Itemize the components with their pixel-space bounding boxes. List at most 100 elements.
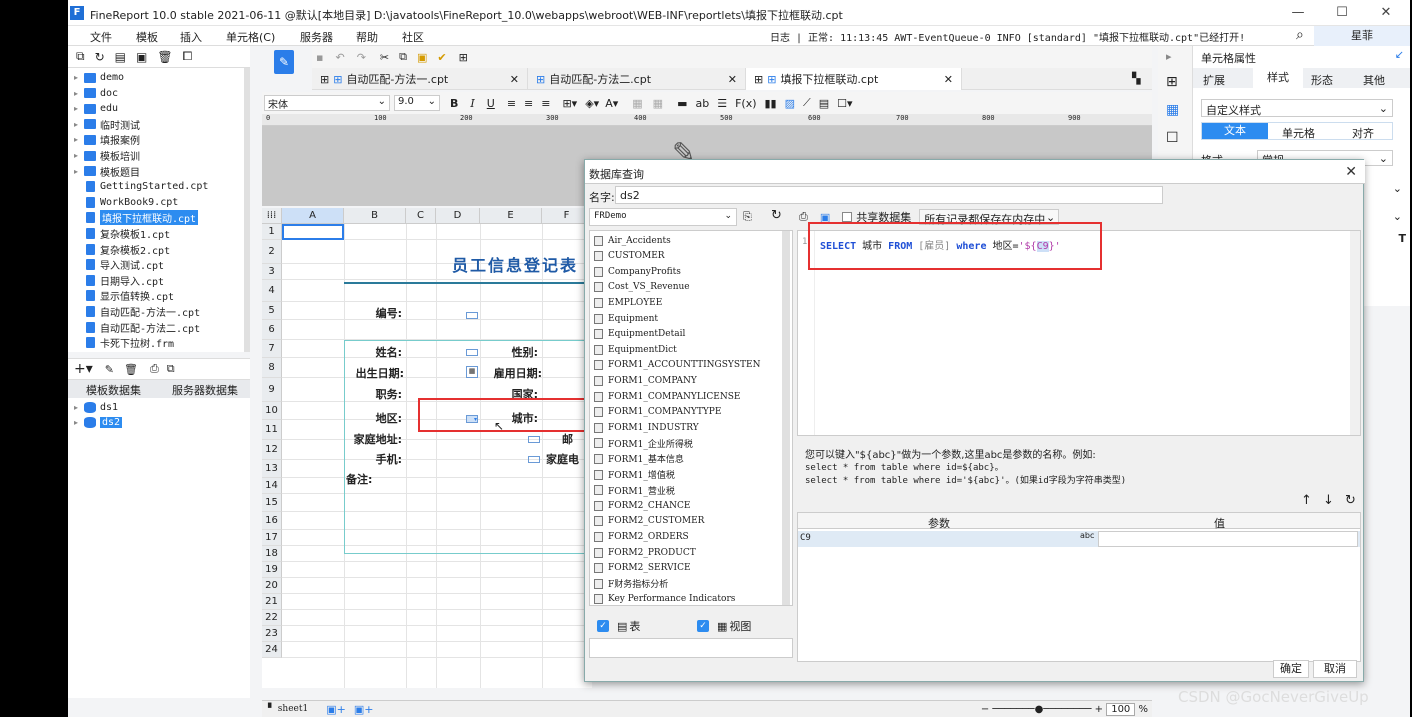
cancel-button[interactable]: 取消 xyxy=(1313,660,1357,678)
table-item[interactable]: FORM2_CHANCE xyxy=(594,498,690,513)
row-header[interactable]: 17 xyxy=(262,530,282,546)
formula-icon[interactable]: F(x) xyxy=(735,97,756,110)
copy-icon[interactable]: ⧉ xyxy=(399,50,407,64)
unmerge-icon[interactable]: ▦ xyxy=(653,97,663,110)
preview-sql-icon[interactable]: ⎙ xyxy=(799,210,808,224)
cut-icon[interactable]: ✂ xyxy=(380,51,389,64)
tree-folder[interactable]: ▸ 填报案例 xyxy=(74,132,140,147)
close-button[interactable]: ✕ xyxy=(1376,5,1396,21)
table-item[interactable]: FORM2_CUSTOMER xyxy=(594,514,704,529)
row-header[interactable]: 22 xyxy=(262,610,282,626)
row-header[interactable]: 24 xyxy=(262,642,282,658)
slash-icon[interactable]: ⟋ xyxy=(803,96,811,110)
align-left-icon[interactable]: ≡ xyxy=(507,97,516,110)
delete-dataset-icon[interactable]: 🗑 xyxy=(124,363,138,376)
column-header[interactable]: C xyxy=(406,208,436,224)
sheet-tab[interactable]: ▘ sheet1 xyxy=(268,704,308,714)
row-header[interactable]: 20 xyxy=(262,578,282,594)
row-header[interactable]: 5 xyxy=(262,302,282,320)
history-icon[interactable]: ▣ xyxy=(136,50,147,64)
move-down-icon[interactable]: ↓ xyxy=(1323,493,1334,508)
move-up-icon[interactable]: ↑ xyxy=(1301,493,1312,508)
menu-server[interactable]: 服务器 xyxy=(300,29,333,45)
add-dataset-icon[interactable]: +▾ xyxy=(74,361,93,377)
tree-file[interactable]: 显示值转换.cpt xyxy=(74,288,174,303)
tab-cell[interactable]: 单元格 xyxy=(1282,125,1315,141)
close-tab-icon[interactable]: ✕ xyxy=(510,73,519,86)
table-item[interactable]: EquipmentDetail xyxy=(594,327,685,342)
tab-file-3[interactable]: ⊞ ⊞ 填报下拉框联动.cpt ✕ xyxy=(746,68,962,90)
template-icon[interactable]: ✎ xyxy=(274,50,294,74)
subreport-icon[interactable]: ▤ xyxy=(819,97,829,110)
align-right-icon[interactable]: ≡ xyxy=(541,97,550,110)
row-header[interactable]: 18 xyxy=(262,546,282,562)
table-item[interactable]: Equipment xyxy=(594,311,658,326)
table-item[interactable]: CUSTOMER xyxy=(594,249,665,264)
column-header[interactable]: B xyxy=(344,208,406,224)
row-header[interactable]: 6 xyxy=(262,320,282,340)
refresh-connection-icon[interactable]: ↻ xyxy=(771,208,782,223)
edit-icon[interactable]: ✎ xyxy=(105,363,114,376)
tree-file[interactable]: 日期导入.cpt xyxy=(74,273,164,288)
server-dataset-icon[interactable]: ⧉ xyxy=(167,362,175,376)
font-size-select[interactable]: 9.0 ⌄ xyxy=(394,95,440,111)
sql-scrollbar[interactable] xyxy=(1350,231,1360,435)
data-column-icon[interactable]: ab xyxy=(695,97,709,110)
row-header[interactable]: 1 xyxy=(262,224,282,240)
tree-file[interactable]: 复杂模板1.cpt xyxy=(74,226,170,241)
tree-file[interactable]: WorkBook9.cpt xyxy=(74,195,178,210)
table-item[interactable]: FORM1_增值税 xyxy=(594,467,675,482)
row-header[interactable]: 13 xyxy=(262,460,282,478)
preview-icon[interactable]: ⊞ xyxy=(459,51,468,64)
connection-edit-icon[interactable]: ⎘ xyxy=(743,210,752,224)
tab-text[interactable]: 文本 xyxy=(1202,123,1268,139)
new-folder-icon[interactable]: ⧉ xyxy=(76,49,85,64)
tree-folder[interactable]: ▸ doc xyxy=(74,86,118,101)
save-icon[interactable]: ▪ xyxy=(316,51,323,64)
table-item[interactable]: Air_Accidents xyxy=(594,233,671,248)
table-scrollbar[interactable] xyxy=(782,231,790,605)
tree-folder[interactable]: ▸ 临时测试 xyxy=(74,117,140,132)
chart-icon[interactable]: ▮▮ xyxy=(765,97,777,110)
tree-file[interactable]: 自动匹配-方法二.cpt xyxy=(74,320,200,335)
param-value-input[interactable] xyxy=(1098,531,1358,547)
table-item[interactable]: FORM2_PRODUCT xyxy=(594,545,696,560)
align-center-icon[interactable]: ≡ xyxy=(524,97,533,110)
table-item[interactable]: FORM1_营业税 xyxy=(594,483,675,498)
table-item[interactable]: EquipmentDict xyxy=(594,342,677,357)
dataset-item[interactable]: ▸ ds1 xyxy=(74,402,118,413)
row-header[interactable]: 10 xyxy=(262,402,282,420)
tree-file[interactable]: GettingStarted.cpt xyxy=(74,179,208,194)
tree-file[interactable]: 复杂模板2.cpt xyxy=(74,242,170,257)
style-select[interactable]: 自定义样式 ⌄ xyxy=(1201,99,1393,117)
dropdown-arrow-icon[interactable]: ⌄ xyxy=(1393,182,1402,195)
tab-style[interactable]: 样式 xyxy=(1253,68,1303,88)
row-header[interactable]: 8 xyxy=(262,358,282,378)
menu-help[interactable]: 帮助 xyxy=(356,29,378,45)
table-item[interactable]: FORM1_企业所得税 xyxy=(594,436,693,451)
row-header[interactable]: 16 xyxy=(262,512,282,530)
row-header[interactable]: 14 xyxy=(262,478,282,494)
add-form-sheet-icon[interactable]: ▣+ xyxy=(354,703,374,716)
tree-file[interactable]: 自动匹配-方法一.cpt xyxy=(74,304,200,319)
paste-icon[interactable]: ▣ xyxy=(417,51,427,64)
tree-folder[interactable]: ▸ edu xyxy=(74,101,118,116)
menu-template[interactable]: 模板 xyxy=(136,29,158,45)
tab-other[interactable]: 其他 xyxy=(1363,72,1385,88)
format-brush-icon[interactable]: ✔ xyxy=(437,51,446,64)
dialog-close-button[interactable]: ✕ xyxy=(1345,164,1357,180)
tree-scrollbar[interactable] xyxy=(244,68,250,352)
cell-element-icon[interactable]: ▦ xyxy=(1166,102,1179,118)
tab-align[interactable]: 对齐 xyxy=(1352,125,1374,141)
row-header[interactable]: 12 xyxy=(262,440,282,460)
tree-folder[interactable]: ▸ demo xyxy=(74,70,124,85)
tree-file[interactable]: 填报下拉框联动.cpt xyxy=(74,210,199,226)
tab-template-dataset[interactable]: 模板数据集 xyxy=(86,382,141,398)
menu-cell[interactable]: 单元格(C) xyxy=(226,29,275,45)
minimize-button[interactable]: — xyxy=(1288,5,1308,21)
close-tab-icon[interactable]: ✕ xyxy=(944,73,953,86)
zoom-control[interactable]: − ───────●──────── + 100 % xyxy=(981,702,1148,716)
bold-icon[interactable]: B xyxy=(450,97,458,110)
table-item[interactable]: FORM2_ORDERS xyxy=(594,529,689,544)
tab-menu-icon[interactable]: ▚ xyxy=(1132,72,1140,85)
